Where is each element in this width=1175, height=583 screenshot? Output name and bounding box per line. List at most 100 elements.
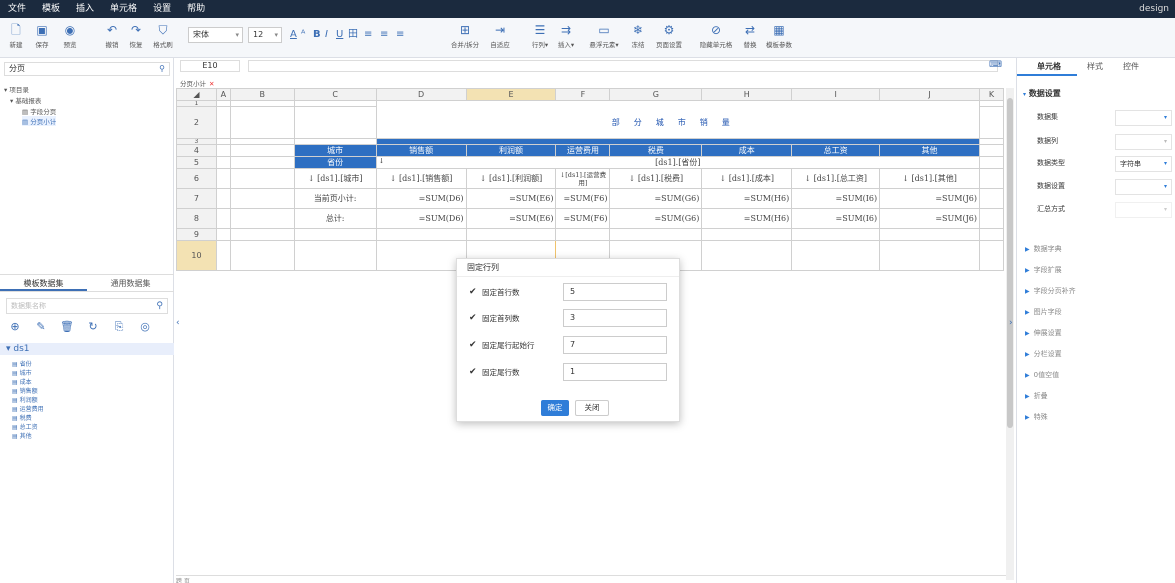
col-header[interactable]: F: [555, 88, 611, 101]
section-field-paging-fill[interactable]: ▶ 字段分页补齐: [1025, 286, 1076, 296]
field-province[interactable]: ▤ 省份: [12, 359, 32, 368]
sheet-tab[interactable]: 分页小计 ✕: [180, 78, 214, 88]
font-family-select[interactable]: 宋体 ▾: [188, 27, 243, 43]
tab-template-dataset[interactable]: 模板数据集: [0, 275, 87, 291]
template-param-button[interactable]: ▦ 模板参数: [762, 20, 796, 54]
format-painter-button[interactable]: ⛉ 格式刷: [148, 20, 178, 54]
cell-sum[interactable]: =SUM(E6): [465, 208, 557, 229]
freeze-first-cols-checkbox[interactable]: ✔: [469, 313, 477, 323]
fill-color-button[interactable]: ᴬ: [301, 27, 305, 43]
field-profit[interactable]: ▤ 利润额: [12, 395, 38, 404]
refresh-icon[interactable]: ↻: [86, 320, 100, 334]
freeze-tail-rows-checkbox[interactable]: ✔: [469, 367, 477, 377]
col-header[interactable]: B: [229, 88, 295, 101]
auto-fit-button[interactable]: ⇥ 自适应: [486, 20, 514, 54]
freeze-first-rows-checkbox[interactable]: ✔: [469, 287, 477, 297]
cell-sum[interactable]: =SUM(G6): [609, 188, 703, 209]
column-select[interactable]: ▾: [1115, 134, 1172, 150]
data-type-select[interactable]: 字符串 ▾: [1115, 156, 1172, 172]
vertical-scrollbar[interactable]: [1006, 88, 1014, 580]
col-header[interactable]: J: [879, 88, 980, 101]
section-special[interactable]: ▶ 特殊: [1025, 412, 1048, 422]
col-header[interactable]: D: [375, 88, 467, 101]
header-profit[interactable]: 利润额: [465, 144, 557, 157]
section-field-expand[interactable]: ▶ 字段扩展: [1025, 265, 1062, 275]
tree-folder-basic[interactable]: ▾ 基础报表: [10, 95, 41, 105]
align-center-button[interactable]: ≡: [380, 27, 388, 43]
col-header[interactable]: I: [791, 88, 881, 101]
align-right-button[interactable]: ≡: [396, 27, 404, 43]
add-dataset-icon[interactable]: ⊕: [8, 320, 22, 334]
cell-cost-field[interactable]: ↓ [ds1].[成本]: [701, 168, 793, 189]
dataset-search-input[interactable]: 数据集名称 ⚲: [6, 298, 168, 314]
report-title[interactable]: 部分城市销量: [375, 106, 980, 139]
col-header[interactable]: G: [609, 88, 703, 101]
freeze-first-cols-input[interactable]: 3: [563, 309, 667, 327]
field-total-salary[interactable]: ▤ 总工资: [12, 422, 38, 431]
cell-sum[interactable]: =SUM(H6): [701, 208, 793, 229]
search-icon[interactable]: ⚲: [159, 63, 165, 75]
hide-cell-button[interactable]: ⊘ 隐藏单元格: [696, 20, 736, 54]
cell-operating-cost-field[interactable]: ↓[ds1].[运营费用]: [555, 168, 611, 189]
field-cost[interactable]: ▤ 成本: [12, 377, 32, 386]
redo-button[interactable]: ↷ 恢复: [124, 20, 148, 54]
preview-button[interactable]: ◉ 预览: [58, 20, 82, 54]
freeze-tail-start-checkbox[interactable]: ✔: [469, 340, 477, 350]
font-color-button[interactable]: A: [290, 27, 297, 43]
cell-sum[interactable]: =SUM(D6): [375, 208, 467, 229]
header-tax[interactable]: 税费: [609, 144, 703, 157]
field-operating-cost[interactable]: ▤ 运营费用: [12, 404, 44, 413]
save-button[interactable]: ▣ 保存: [30, 20, 54, 54]
close-button[interactable]: 关闭: [575, 400, 609, 416]
field-other[interactable]: ▤ 其他: [12, 431, 32, 440]
dataset-select[interactable]: ▾: [1115, 110, 1172, 126]
cell-sum[interactable]: =SUM(I6): [791, 188, 881, 209]
formula-input[interactable]: [248, 60, 998, 72]
tree-item-paging-subtotal[interactable]: ▤ 分页小计: [22, 116, 57, 126]
tab-common-dataset[interactable]: 通用数据集: [87, 275, 174, 291]
cell-sum[interactable]: =SUM(F6): [555, 188, 611, 209]
freeze-tail-rows-input[interactable]: 1: [563, 363, 667, 381]
cell-total-label[interactable]: 总计:: [293, 208, 377, 229]
row-header[interactable]: 2: [176, 106, 217, 139]
confirm-button[interactable]: 确定: [541, 400, 569, 416]
header-city[interactable]: 城市: [293, 144, 377, 157]
section-zero-null[interactable]: ▶ 0值空值: [1025, 370, 1059, 380]
cell-city-field[interactable]: ↓ [ds1].[城市]: [293, 168, 377, 189]
header-sales[interactable]: 销售额: [375, 144, 467, 157]
cell-sum[interactable]: =SUM(J6): [879, 188, 980, 209]
page-setup-button[interactable]: ⚙ 页面设置: [652, 20, 686, 54]
section-image-field[interactable]: ▶ 图片字段: [1025, 307, 1062, 317]
section-stretch[interactable]: ▶ 伸展设置: [1025, 328, 1062, 338]
insert-button[interactable]: ⇉ 插入▾: [554, 20, 578, 54]
tab-style[interactable]: 样式: [1077, 58, 1113, 76]
edit-dataset-icon[interactable]: ✎: [34, 320, 48, 334]
freeze-tail-start-input[interactable]: 7: [563, 336, 667, 354]
menu-help[interactable]: 帮助: [179, 0, 213, 18]
underline-button[interactable]: U: [336, 27, 343, 43]
cell-profit-field[interactable]: ↓ [ds1].[利润额]: [465, 168, 557, 189]
undo-button[interactable]: ↶ 撤销: [100, 20, 124, 54]
col-header[interactable]: C: [293, 88, 377, 101]
row-header[interactable]: 6: [176, 168, 217, 189]
cell-sum[interactable]: =SUM(D6): [375, 188, 467, 209]
bold-button[interactable]: B: [313, 27, 321, 43]
cell-reference[interactable]: E10: [180, 60, 240, 72]
italic-button[interactable]: I: [325, 27, 328, 43]
row-header[interactable]: 7: [176, 188, 217, 209]
row-header[interactable]: 5: [176, 156, 217, 169]
close-icon[interactable]: ✕: [209, 80, 214, 88]
row-header[interactable]: 9: [176, 228, 217, 241]
section-columns[interactable]: ▶ 分栏设置: [1025, 349, 1062, 359]
cell-page-subtotal-label[interactable]: 当前页小计:: [293, 188, 377, 209]
cell-sum[interactable]: =SUM(I6): [791, 208, 881, 229]
new-button[interactable]: 🗋 新建: [4, 20, 28, 54]
cell-other-field[interactable]: ↓ [ds1].[其他]: [879, 168, 980, 189]
search-icon[interactable]: ⚲: [156, 299, 163, 313]
cell-tax-field[interactable]: ↓ [ds1].[税费]: [609, 168, 703, 189]
row-header[interactable]: 4: [176, 144, 217, 157]
header-province[interactable]: 省份: [293, 156, 377, 169]
province-field-cell[interactable]: ↓ [ds1].[省份]: [375, 156, 980, 169]
merge-button[interactable]: ⊞ 合并/拆分: [446, 20, 484, 54]
tab-control[interactable]: 控件: [1113, 58, 1149, 76]
